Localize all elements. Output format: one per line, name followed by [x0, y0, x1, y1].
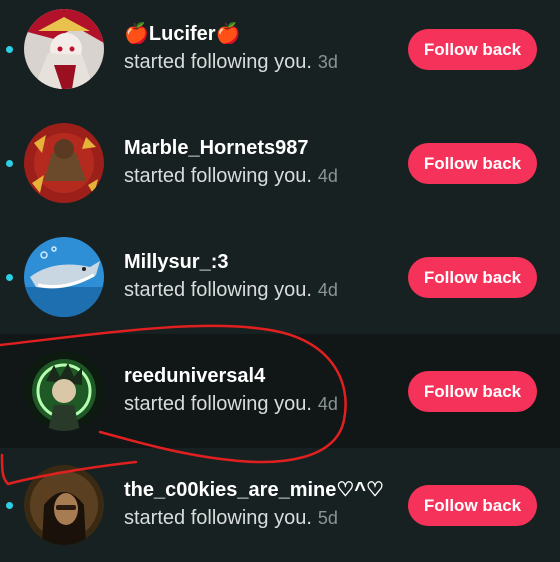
follow-back-button[interactable]: Follow back [408, 29, 537, 70]
unread-dot [6, 502, 13, 509]
activity-text: started following you. [124, 279, 312, 301]
unread-dot [6, 274, 13, 281]
avatar[interactable] [24, 351, 104, 431]
activity-text: started following you. [124, 165, 312, 187]
username[interactable]: Millysur_:3 [124, 249, 338, 275]
list-item[interactable]: reeduniversal4 started following you. 4d … [0, 334, 560, 448]
hornets-avatar-icon [24, 123, 104, 203]
portrait-avatar-icon [24, 465, 104, 545]
unread-dot [6, 160, 13, 167]
avatar[interactable] [24, 123, 104, 203]
follow-back-button[interactable]: Follow back [408, 371, 537, 412]
activity-text: started following you. [124, 507, 312, 529]
list-item[interactable]: Millysur_:3 started following you. 4d Fol… [0, 220, 560, 334]
username[interactable]: reeduniversal4 [124, 363, 338, 389]
timestamp: 4d [317, 166, 338, 186]
timestamp: 3d [317, 52, 338, 72]
unread-dot [6, 46, 13, 53]
timestamp: 5d [317, 508, 338, 528]
lucifer-avatar-icon [24, 9, 104, 89]
avatar[interactable] [24, 465, 104, 545]
avatar[interactable] [24, 9, 104, 89]
avatar[interactable] [24, 237, 104, 317]
timestamp: 4d [317, 394, 338, 414]
list-item[interactable]: the_c00kies_are_mine♡^♡ started followin… [0, 448, 560, 562]
shark-avatar-icon [24, 237, 104, 317]
follow-back-button[interactable]: Follow back [408, 485, 537, 526]
green-glow-avatar-icon [24, 351, 104, 431]
username[interactable]: the_c00kies_are_mine♡^♡ [124, 477, 384, 503]
timestamp: 4d [317, 280, 338, 300]
username[interactable]: Marble_Hornets987 [124, 135, 338, 161]
username[interactable]: 🍎Lucifer🍎 [124, 21, 338, 47]
activity-text: started following you. [124, 51, 312, 73]
list-item[interactable]: Marble_Hornets987 started following you.… [0, 106, 560, 220]
activity-text: started following you. [124, 393, 312, 415]
list-item[interactable]: 🍎Lucifer🍎 started following you. 3d Follo… [0, 0, 560, 106]
follow-back-button[interactable]: Follow back [408, 143, 537, 184]
follow-back-button[interactable]: Follow back [408, 257, 537, 298]
